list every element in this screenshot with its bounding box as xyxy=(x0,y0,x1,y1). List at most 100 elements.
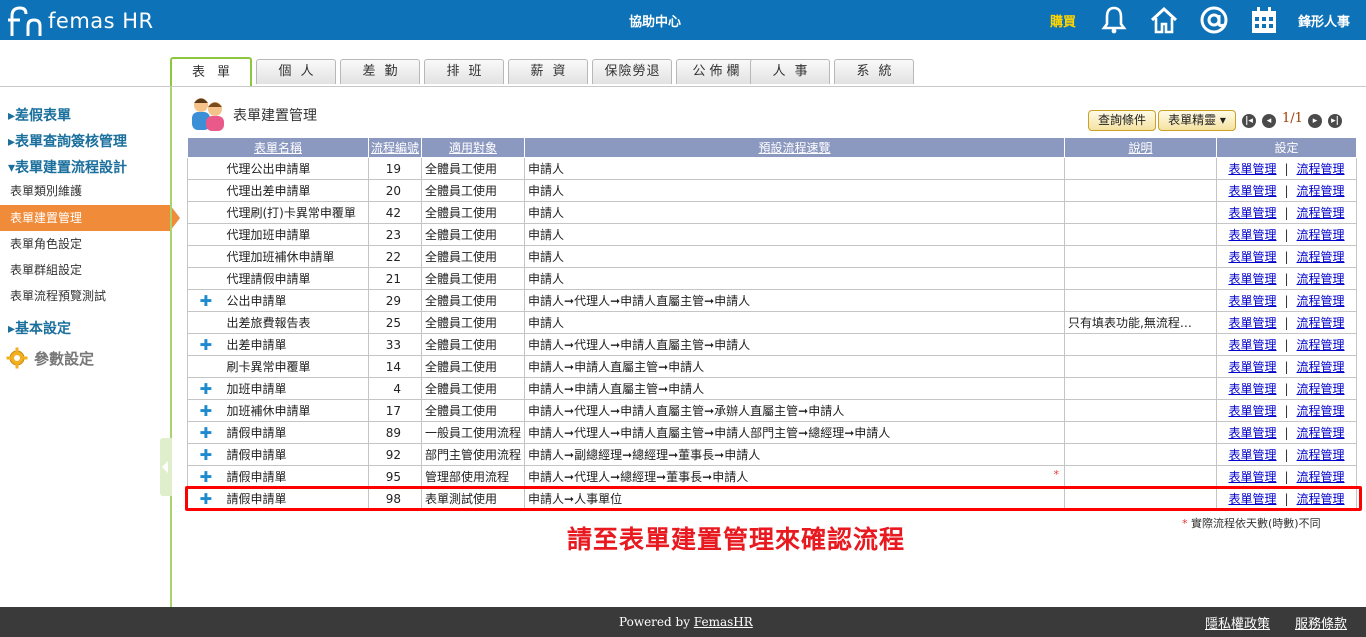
bell-icon[interactable] xyxy=(1099,5,1129,35)
expand-plus-icon[interactable]: ✚ xyxy=(187,333,224,356)
expand-plus-icon[interactable]: ✚ xyxy=(187,465,224,488)
flow-preview-cell: 申請人 xyxy=(524,311,1066,334)
expand-plus-icon[interactable]: ✚ xyxy=(187,443,224,466)
logo[interactable]: femas HR xyxy=(6,4,154,38)
target-cell: 全體員工使用 xyxy=(421,289,526,312)
flow-manage-link[interactable]: 流程管理 xyxy=(1297,228,1345,242)
flow-manage-link[interactable]: 流程管理 xyxy=(1297,162,1345,176)
flow-manage-link[interactable]: 流程管理 xyxy=(1297,184,1345,198)
flow-manage-link[interactable]: 流程管理 xyxy=(1297,294,1345,308)
expand-plus-icon[interactable]: ✚ xyxy=(187,399,224,422)
flow-manage-link[interactable]: 流程管理 xyxy=(1297,272,1345,286)
footer: Powered by FemasHR 隱私權政策 服務條款 xyxy=(0,607,1366,637)
col-header-flow-preview[interactable]: 預設流程速覽 xyxy=(524,137,1066,158)
form-manage-link[interactable]: 表單管理 xyxy=(1228,272,1276,286)
sidebar-section-parameters[interactable]: 參數設定 xyxy=(34,348,94,369)
home-icon[interactable] xyxy=(1149,5,1179,35)
flow-manage-link[interactable]: 流程管理 xyxy=(1297,316,1345,330)
expand-plus-icon[interactable] xyxy=(187,355,224,378)
form-manage-link[interactable]: 表單管理 xyxy=(1228,184,1276,198)
prev-page-icon[interactable]: ◂ xyxy=(1262,114,1276,128)
buy-link[interactable]: 購買 xyxy=(1050,11,1076,30)
form-manage-link[interactable]: 表單管理 xyxy=(1228,382,1276,396)
target-cell: 全體員工使用 xyxy=(421,157,526,180)
expand-plus-icon[interactable]: ✚ xyxy=(187,289,224,312)
flow-manage-link[interactable]: 流程管理 xyxy=(1297,470,1345,484)
form-manage-link[interactable]: 表單管理 xyxy=(1228,404,1276,418)
form-manage-link[interactable]: 表單管理 xyxy=(1228,448,1276,462)
company-name[interactable]: 鋒形人事 xyxy=(1298,11,1350,30)
flow-manage-link[interactable]: 流程管理 xyxy=(1297,426,1345,440)
expand-plus-icon[interactable] xyxy=(187,179,224,202)
form-manage-link[interactable]: 表單管理 xyxy=(1228,316,1276,330)
expand-plus-icon[interactable] xyxy=(187,223,224,246)
highlight-box xyxy=(185,486,1362,511)
expand-plus-icon[interactable] xyxy=(187,157,224,180)
query-conditions-button[interactable]: 查詢條件 xyxy=(1088,110,1156,131)
tab-forms[interactable]: 表單 xyxy=(170,57,252,87)
powered-prefix: Powered by xyxy=(619,615,694,629)
expand-plus-icon[interactable]: ✚ xyxy=(187,421,224,444)
flow-number-cell: 14 xyxy=(368,355,423,378)
expand-plus-icon[interactable]: ✚ xyxy=(187,377,224,400)
flow-manage-link[interactable]: 流程管理 xyxy=(1297,338,1345,352)
sidebar-section-leave-forms[interactable]: ▸差假表單 xyxy=(8,105,71,125)
expand-plus-icon[interactable] xyxy=(187,267,224,290)
flow-manage-link[interactable]: 流程管理 xyxy=(1297,448,1345,462)
next-page-icon[interactable]: ▸ xyxy=(1308,114,1322,128)
form-manage-link[interactable]: 表單管理 xyxy=(1228,206,1276,220)
tab-system[interactable]: 系統 xyxy=(834,59,914,84)
description-cell xyxy=(1064,443,1218,466)
col-header-target[interactable]: 適用對象 xyxy=(421,137,526,158)
col-header-form-name[interactable]: 表單名稱 xyxy=(186,137,370,158)
sidebar-section-form-design[interactable]: ▾表單建置流程設計 xyxy=(8,157,127,177)
top-bar: femas HR 協助中心 購買 鋒形人事 xyxy=(0,0,1366,40)
form-manage-link[interactable]: 表單管理 xyxy=(1228,162,1276,176)
flow-manage-link[interactable]: 流程管理 xyxy=(1297,360,1345,374)
flow-manage-link[interactable]: 流程管理 xyxy=(1297,404,1345,418)
settings-separator: | xyxy=(1284,404,1289,418)
help-center-link[interactable]: 協助中心 xyxy=(600,11,710,30)
sidebar-item-form-role[interactable]: 表單角色設定 xyxy=(0,231,170,257)
description-cell xyxy=(1064,421,1218,444)
tab-personal[interactable]: 個人 xyxy=(256,59,336,84)
form-manage-link[interactable]: 表單管理 xyxy=(1228,470,1276,484)
tab-shift[interactable]: 排班 xyxy=(424,59,504,84)
form-manage-link[interactable]: 表單管理 xyxy=(1228,294,1276,308)
privacy-link[interactable]: 隱私權政策 xyxy=(1205,613,1270,632)
form-manage-link[interactable]: 表單管理 xyxy=(1228,338,1276,352)
form-wizard-button[interactable]: 表單精靈 ▾ xyxy=(1158,110,1236,131)
sidebar-section-basic-settings[interactable]: ▸基本設定 xyxy=(8,318,71,338)
flow-manage-link[interactable]: 流程管理 xyxy=(1297,206,1345,220)
sidebar-item-form-build[interactable]: 表單建置管理 xyxy=(0,205,180,231)
target-cell: 全體員工使用 xyxy=(421,267,526,290)
calendar-icon[interactable] xyxy=(1249,5,1279,35)
expand-plus-icon[interactable] xyxy=(187,245,224,268)
at-icon[interactable] xyxy=(1199,5,1229,35)
form-manage-link[interactable]: 表單管理 xyxy=(1228,360,1276,374)
tab-attendance[interactable]: 差勤 xyxy=(340,59,420,84)
flow-manage-link[interactable]: 流程管理 xyxy=(1297,382,1345,396)
terms-link[interactable]: 服務條款 xyxy=(1295,613,1347,632)
sidebar-item-flow-preview[interactable]: 表單流程預覽測試 xyxy=(0,283,170,309)
tab-hr[interactable]: 人事 xyxy=(750,59,830,84)
femashr-link[interactable]: FemasHR xyxy=(694,615,753,629)
form-manage-link[interactable]: 表單管理 xyxy=(1228,228,1276,242)
first-page-icon[interactable]: |◂ xyxy=(1242,114,1256,128)
col-header-flow-number[interactable]: 流程編號 xyxy=(368,137,423,158)
tab-salary[interactable]: 薪資 xyxy=(508,59,588,84)
expand-plus-icon[interactable] xyxy=(187,201,224,224)
form-manage-link[interactable]: 表單管理 xyxy=(1228,250,1276,264)
flow-preview-text: 申請人 xyxy=(528,272,565,286)
expand-plus-icon[interactable] xyxy=(187,311,224,334)
last-page-icon[interactable]: ▸| xyxy=(1328,114,1342,128)
tab-insurance[interactable]: 保險勞退 xyxy=(592,59,672,84)
sidebar-section-form-query[interactable]: ▸表單查詢簽核管理 xyxy=(8,131,127,151)
tab-bulletin[interactable]: 公佈欄 xyxy=(676,59,756,84)
sidebar-item-form-category[interactable]: 表單類別維護 xyxy=(0,178,170,204)
flow-manage-link[interactable]: 流程管理 xyxy=(1297,250,1345,264)
col-header-description[interactable]: 說明 xyxy=(1064,137,1218,158)
sidebar-item-form-group[interactable]: 表單群組設定 xyxy=(0,257,170,283)
sidebar-collapse-handle[interactable] xyxy=(160,438,172,496)
form-manage-link[interactable]: 表單管理 xyxy=(1228,426,1276,440)
